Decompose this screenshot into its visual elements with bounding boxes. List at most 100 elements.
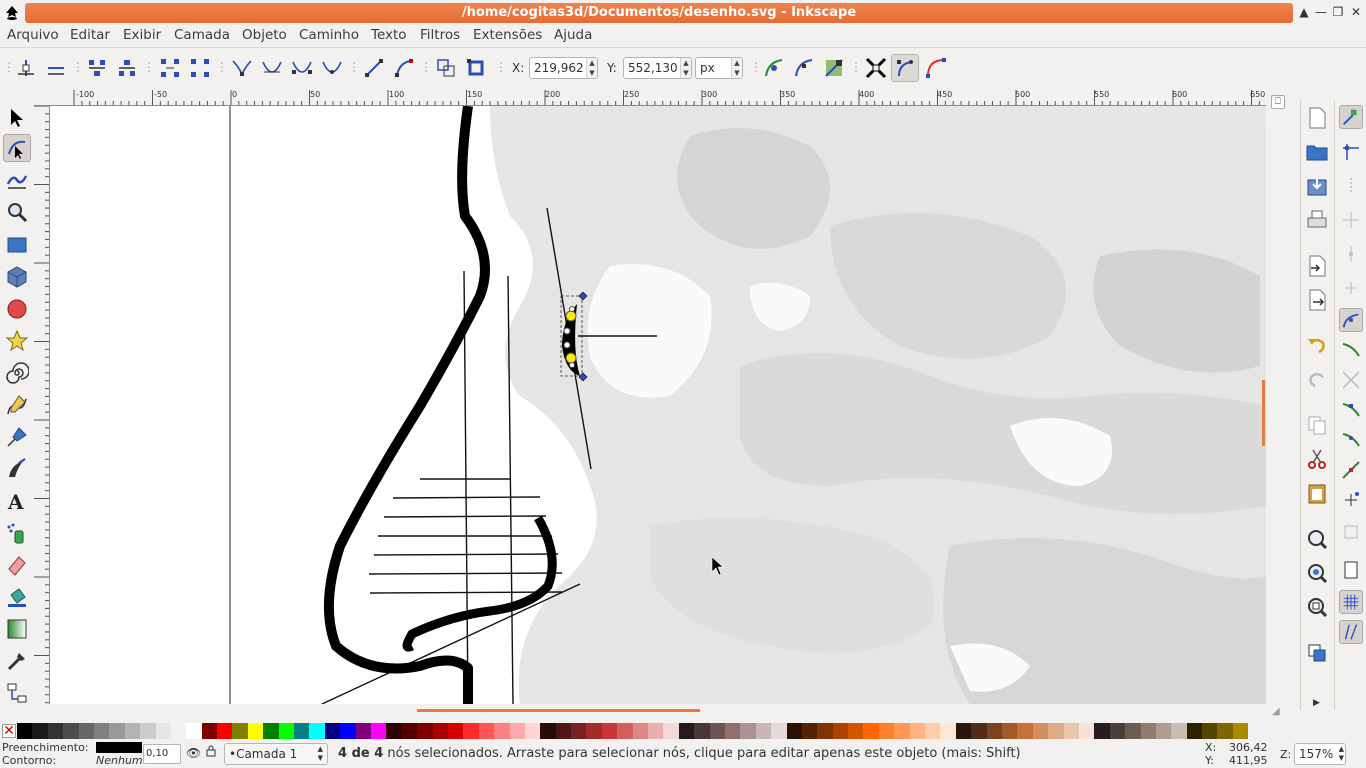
show-path-outline-icon[interactable] <box>924 56 948 80</box>
object-to-path-icon[interactable] <box>434 56 458 80</box>
star-tool-icon[interactable] <box>5 329 29 353</box>
color-swatch[interactable] <box>617 723 633 739</box>
insert-node-icon[interactable] <box>14 56 38 80</box>
vertical-scrollbar[interactable] <box>1262 380 1265 446</box>
open-document-icon[interactable] <box>1305 140 1329 164</box>
color-swatch[interactable] <box>417 723 433 739</box>
3d-box-tool-icon[interactable] <box>5 265 29 289</box>
spin-arrows-icon[interactable]: ▲ ▼ <box>586 58 597 78</box>
delete-segment-icon[interactable] <box>188 56 212 80</box>
node-tool-icon[interactable] <box>3 134 31 162</box>
color-swatch[interactable] <box>925 723 941 739</box>
color-swatch[interactable] <box>678 723 695 739</box>
color-swatch[interactable] <box>509 723 525 739</box>
calligraphy-tool-icon[interactable] <box>5 457 29 481</box>
color-swatch[interactable] <box>540 723 556 739</box>
color-swatch[interactable] <box>1002 723 1018 739</box>
menu-editar[interactable]: Editar <box>70 27 110 43</box>
menu-arquivo[interactable]: Arquivo <box>7 27 59 43</box>
snap-grid-icon[interactable] <box>1339 590 1363 614</box>
duplicate-icon[interactable] <box>1305 641 1329 665</box>
color-swatch[interactable] <box>694 723 710 739</box>
color-swatch[interactable] <box>155 723 171 739</box>
snap-guide-icon[interactable] <box>1339 620 1363 644</box>
menu-camada[interactable]: Camada <box>174 27 230 43</box>
next-path-effect-icon[interactable] <box>762 56 786 80</box>
drawing-svg[interactable] <box>50 106 1266 704</box>
import-icon[interactable] <box>1305 254 1329 278</box>
color-swatch[interactable] <box>340 723 356 739</box>
snap-bbox-center-icon[interactable] <box>1339 276 1363 300</box>
color-swatch[interactable] <box>355 723 371 739</box>
menu-extensoes[interactable]: Extensões <box>473 27 542 43</box>
redo-icon[interactable] <box>1305 367 1329 391</box>
color-swatch[interactable] <box>648 723 664 739</box>
color-swatch[interactable] <box>32 723 48 739</box>
zoom-tool-icon[interactable] <box>5 200 29 224</box>
y-coordinate-field[interactable]: 552,130 ▲ ▼ <box>623 57 692 79</box>
color-swatch[interactable] <box>940 723 956 739</box>
color-swatch[interactable] <box>663 723 679 739</box>
zoom-page-icon[interactable] <box>1305 595 1329 619</box>
color-swatch[interactable] <box>263 723 279 739</box>
color-swatch[interactable] <box>1063 723 1079 739</box>
menu-ajuda[interactable]: Ajuda <box>554 27 592 43</box>
mask-edit-icon[interactable] <box>822 56 846 80</box>
clippath-edit-icon[interactable] <box>792 56 816 80</box>
show-transform-handles-icon[interactable] <box>864 56 888 80</box>
color-swatch[interactable] <box>1232 723 1249 739</box>
horizontal-scrollbar[interactable] <box>417 709 700 712</box>
color-swatch[interactable] <box>863 723 879 739</box>
node-cusp-icon[interactable] <box>230 56 254 80</box>
snap-bbox-midpoint-icon[interactable] <box>1339 242 1363 266</box>
color-swatch[interactable] <box>801 723 818 739</box>
break-path-icon[interactable] <box>115 56 139 80</box>
opacity-spinner[interactable]: 0,10 <box>143 744 181 764</box>
menu-caminho[interactable]: Caminho <box>299 27 359 43</box>
color-swatch[interactable] <box>1017 723 1033 739</box>
fill-color-indicator[interactable] <box>96 742 142 753</box>
color-swatch[interactable] <box>1094 723 1110 739</box>
color-swatch[interactable] <box>278 723 295 739</box>
color-swatch[interactable] <box>324 723 341 739</box>
spray-tool-icon[interactable] <box>5 521 29 545</box>
menu-objeto[interactable]: Objeto <box>242 27 287 43</box>
node-symmetric-icon[interactable] <box>290 56 314 80</box>
zoom-selection-icon[interactable] <box>1305 527 1329 551</box>
spin-arrows-icon[interactable]: ▲ ▼ <box>680 58 691 78</box>
color-swatch[interactable] <box>217 723 233 739</box>
dropper-tool-icon[interactable] <box>5 649 29 673</box>
rectangle-tool-icon[interactable] <box>5 233 29 257</box>
cut-icon[interactable] <box>1305 447 1329 471</box>
pencil-tool-icon[interactable] <box>5 393 29 417</box>
color-swatch[interactable] <box>109 723 125 739</box>
show-handles-icon[interactable] <box>891 54 919 82</box>
color-swatch[interactable] <box>755 723 772 739</box>
color-swatch[interactable] <box>93 723 110 739</box>
color-swatch[interactable] <box>848 723 864 739</box>
menu-texto[interactable]: Texto <box>371 27 407 43</box>
snap-path-intersection-icon[interactable] <box>1339 368 1363 392</box>
color-swatch[interactable] <box>555 723 572 739</box>
color-swatch[interactable] <box>894 723 910 739</box>
snap-bbox-edge-icon[interactable] <box>1339 174 1363 198</box>
color-swatch[interactable] <box>1032 723 1049 739</box>
color-swatch[interactable] <box>709 723 725 739</box>
zoom-drawing-icon[interactable] <box>1305 561 1329 585</box>
color-swatch[interactable] <box>724 723 741 739</box>
color-swatch[interactable] <box>632 723 649 739</box>
snap-page-border-icon[interactable] <box>1339 558 1363 582</box>
color-swatch[interactable] <box>494 723 510 739</box>
paint-bucket-tool-icon[interactable] <box>5 585 29 609</box>
color-swatch[interactable] <box>201 723 218 739</box>
color-swatch[interactable] <box>447 723 464 739</box>
color-swatch[interactable] <box>478 723 495 739</box>
stroke-value[interactable]: Nenhum <box>96 754 143 767</box>
color-swatch[interactable] <box>432 723 448 739</box>
minimize-button[interactable]: — <box>1313 4 1329 20</box>
make-line-icon[interactable] <box>362 56 386 80</box>
color-swatch[interactable] <box>1155 723 1172 739</box>
ellipse-tool-icon[interactable] <box>5 297 29 321</box>
color-swatch[interactable] <box>1140 723 1156 739</box>
menu-exibir[interactable]: Exibir <box>123 27 161 43</box>
